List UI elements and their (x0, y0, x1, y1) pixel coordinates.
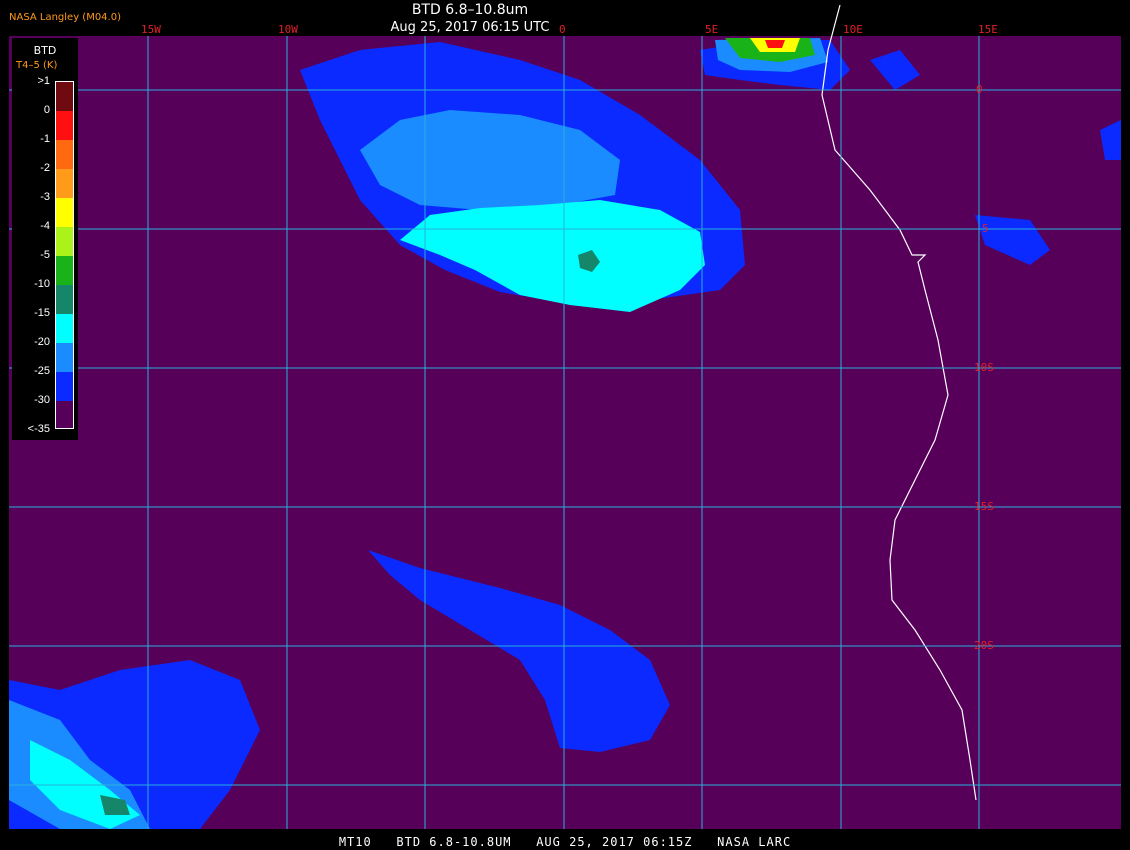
lon-label-10w: 10W (278, 23, 298, 36)
lat-label-15s: 15S (974, 500, 994, 513)
lon-label-5e: 5E (705, 23, 719, 36)
legend-label: -3 (40, 191, 50, 203)
legend-label: -25 (34, 365, 50, 377)
legend-label: -5 (40, 249, 50, 261)
lon-label-0: 0 (559, 23, 566, 36)
legend-unit: T4–5 (K) (16, 60, 58, 71)
lat-label-5: 5 (982, 222, 989, 235)
legend-label: 0 (43, 104, 50, 116)
lat-label-0: 0 (976, 83, 983, 96)
color-legend: BTD T4–5 (K) >1 0 -1 -2 -3 -4 -5 -10 -15… (12, 38, 78, 440)
legend-label: -30 (34, 394, 50, 406)
satellite-map (9, 4, 1121, 829)
legend-label: <-35 (27, 423, 50, 435)
legend-label: -2 (40, 162, 50, 174)
legend-frame (55, 81, 74, 429)
lat-label-10s: 10S (974, 361, 994, 374)
legend-label: -1 (40, 133, 50, 145)
legend-title: BTD (33, 44, 57, 57)
footer-caption: MT10 BTD 6.8-10.8UM AUG 25, 2017 06:15Z … (338, 835, 792, 849)
cloud-patch-north-red (765, 40, 785, 48)
lon-label-15e: 15E (978, 23, 998, 36)
legend-label: -15 (34, 307, 50, 319)
legend-label: -4 (40, 220, 50, 232)
legend-label: -20 (34, 336, 50, 348)
lat-label-20s: 20S (974, 639, 994, 652)
lon-label-15w: 15W (141, 23, 161, 36)
map-title: BTD 6.8–10.8um (411, 2, 529, 18)
legend-label: >1 (37, 75, 50, 87)
lon-label-10e: 10E (843, 23, 863, 36)
legend-label: -10 (34, 278, 50, 290)
